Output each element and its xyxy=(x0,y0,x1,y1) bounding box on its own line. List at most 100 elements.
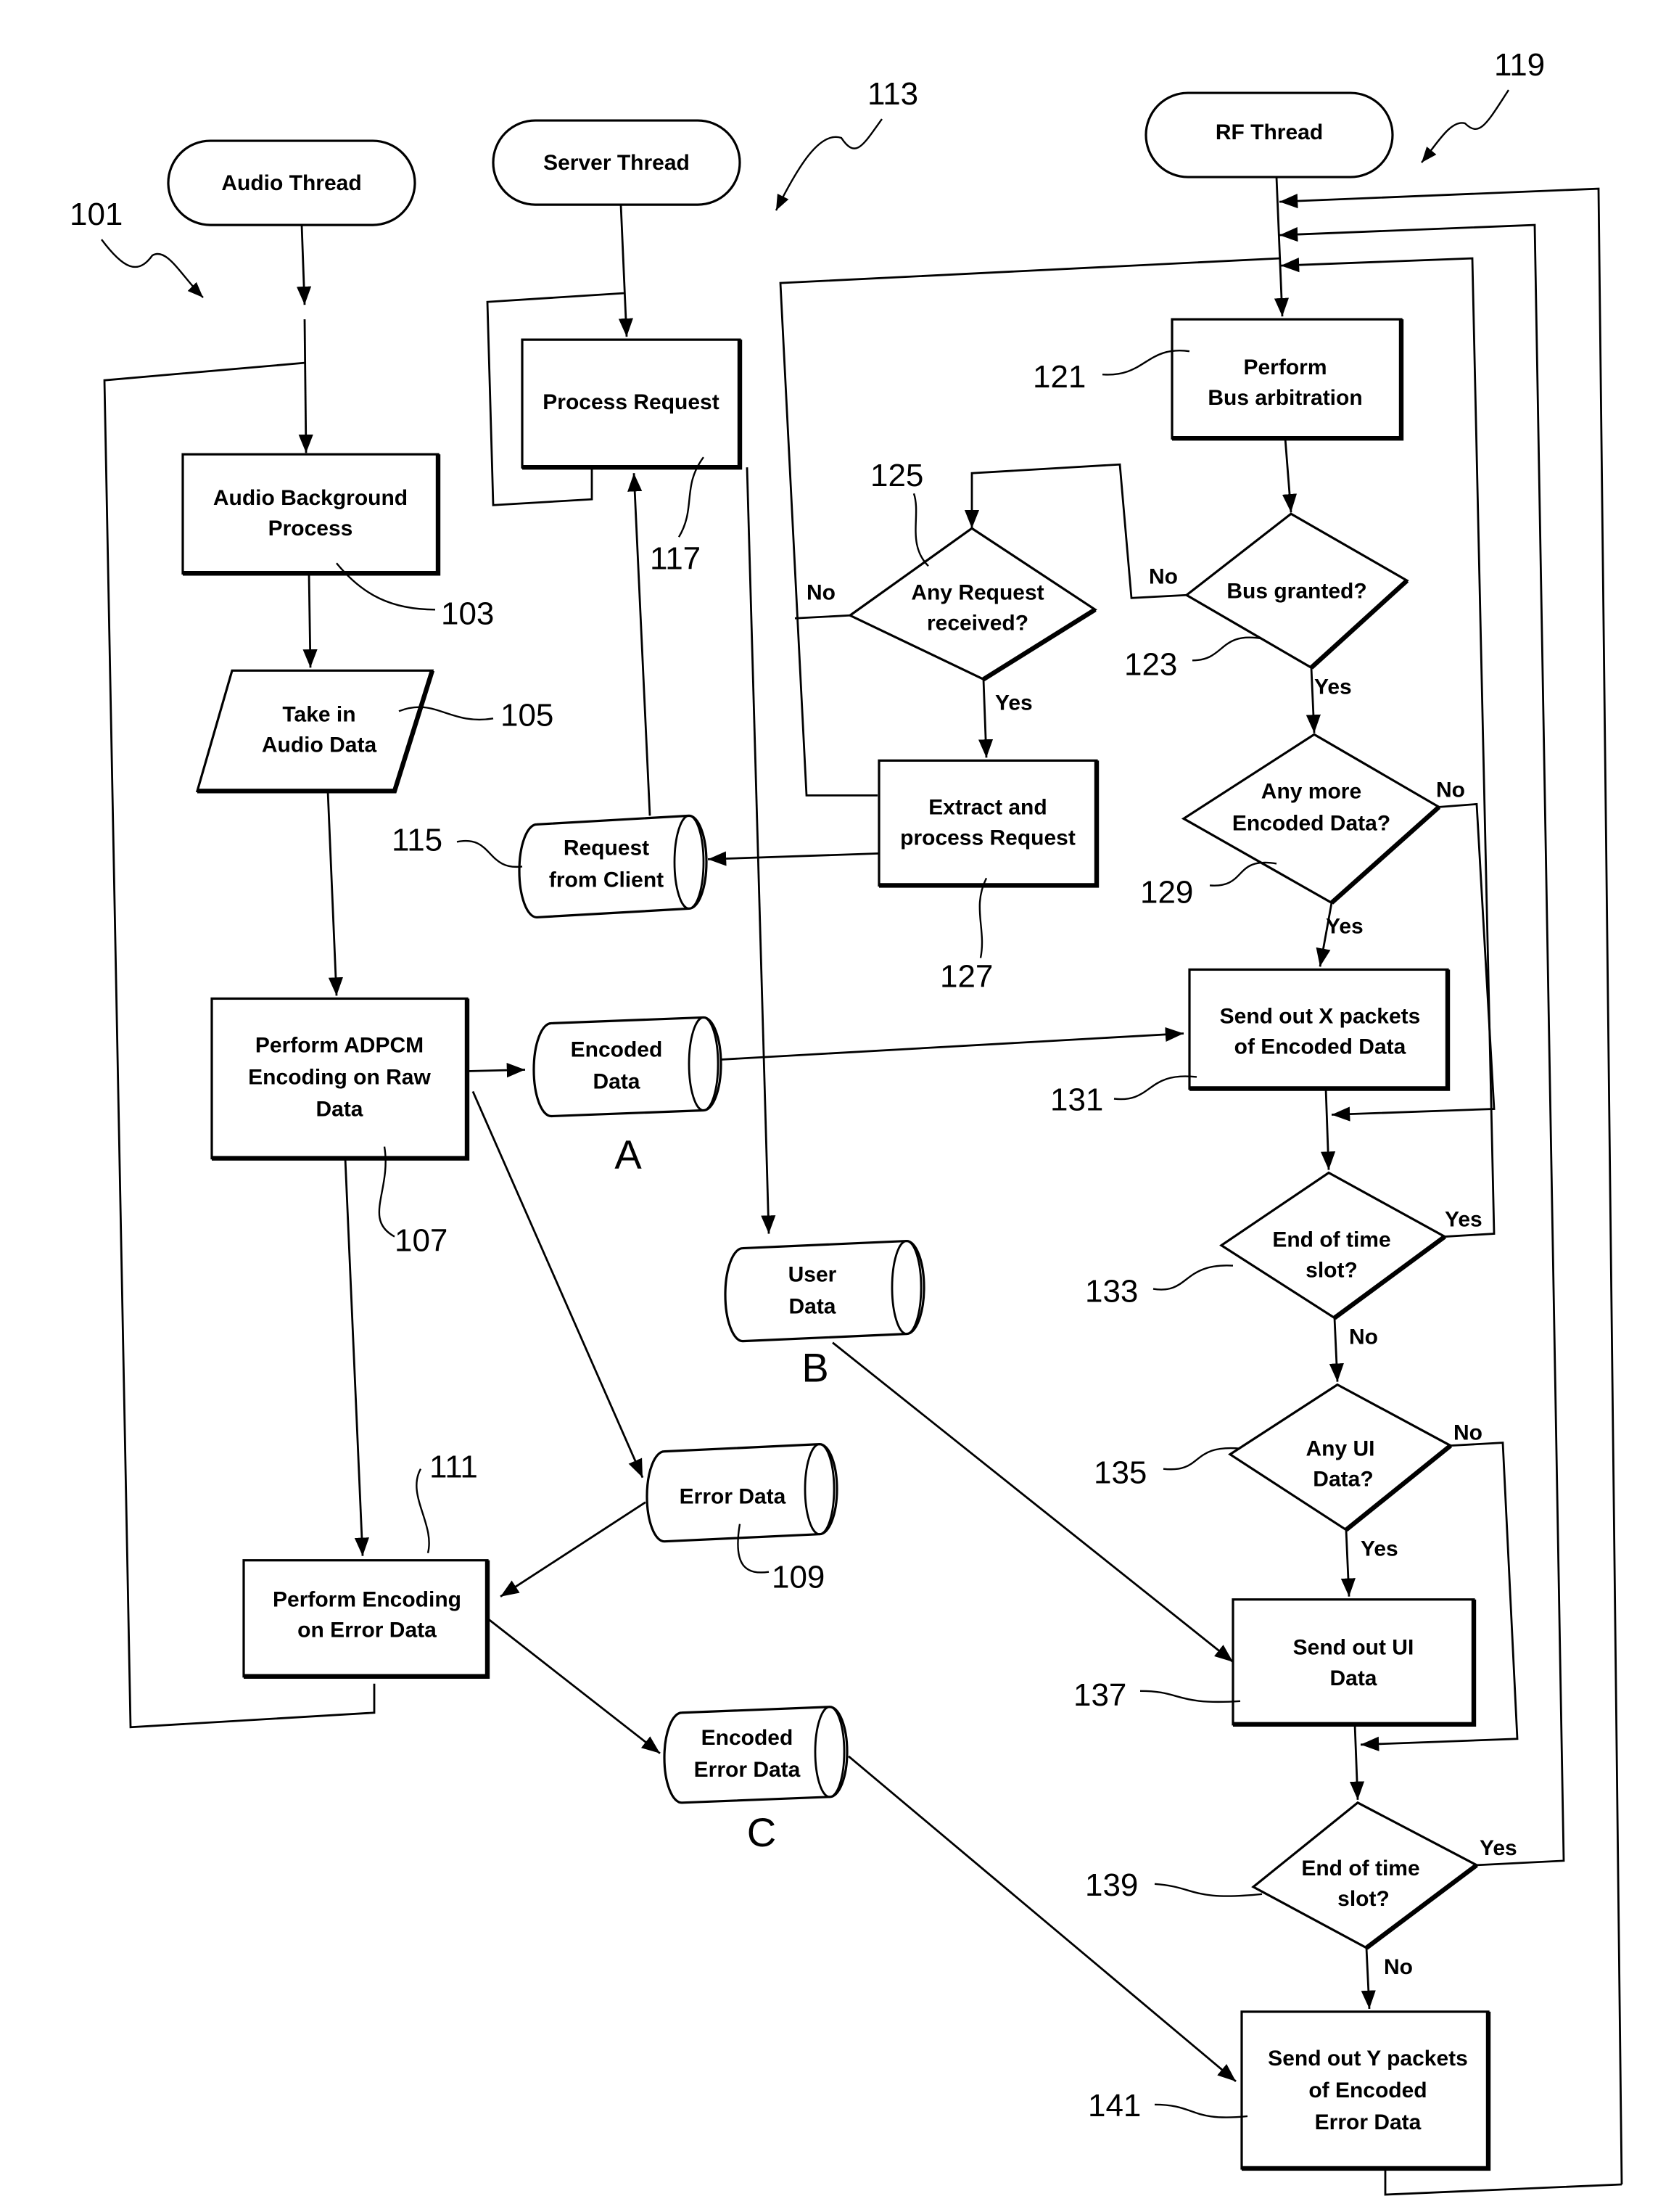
ref-111: 111 xyxy=(429,1450,478,1485)
process-request-label: Process Request xyxy=(543,390,719,414)
ref-133: 133 xyxy=(1085,1274,1138,1309)
encoded-error-cylinder: Encoded Error Data xyxy=(663,1706,849,1804)
end-slot-1-no: No xyxy=(1349,1325,1378,1349)
bus-arbitration-box: Perform Bus arbitration xyxy=(1171,318,1404,441)
end-slot-2-no: No xyxy=(1384,1955,1413,1979)
ref-103: 103 xyxy=(441,596,494,631)
send-x-packets-box: Send out X packets of Encoded Data xyxy=(1188,968,1451,1091)
end-slot-1-line-1: End of time xyxy=(1272,1228,1390,1252)
adpcm-line-3: Data xyxy=(315,1098,363,1122)
connector-137-139 xyxy=(1349,1724,1365,1800)
connector-107-encoded xyxy=(466,1063,526,1078)
ref-113-arrow xyxy=(775,118,883,211)
end-slot-2-yes: Yes xyxy=(1480,1836,1517,1860)
adpcm-encoding-box: Perform ADPCM Encoding on Raw Data xyxy=(210,997,470,1161)
send-ui-line-1: Send out UI xyxy=(1293,1636,1414,1660)
any-request-line-1: Any Request xyxy=(911,580,1044,604)
adpcm-line-1: Perform ADPCM xyxy=(255,1033,424,1057)
bus-granted-yes: Yes xyxy=(1314,675,1352,699)
end-slot-1-line-2: slot? xyxy=(1306,1259,1358,1283)
request-from-client-cylinder: Request from Client xyxy=(518,814,708,919)
extract-process-request-box: Extract and process Request xyxy=(878,759,1100,888)
encoded-data-cylinder: Encoded Data xyxy=(532,1016,722,1118)
audio-bg-line-1: Audio Background xyxy=(213,486,408,510)
send-y-line-2: of Encoded xyxy=(1308,2079,1427,2102)
any-request-yes: Yes xyxy=(995,691,1033,715)
more-encoded-no: No xyxy=(1436,778,1465,802)
connector-117-user-data xyxy=(746,467,776,1234)
encode-error-line-1: Perform Encoding xyxy=(273,1588,461,1612)
send-y-packets-box: Send out Y packets of Encoded Error Data xyxy=(1240,2010,1491,2171)
ref-139-leader xyxy=(1154,1883,1263,1897)
connector-121-123 xyxy=(1282,438,1298,513)
connector-rf-121 xyxy=(1274,177,1290,317)
adpcm-line-2: Encoding on Raw xyxy=(248,1065,431,1089)
connector-encoded-error-141 xyxy=(848,1755,1237,2083)
send-y-line-3: Error Data xyxy=(1315,2110,1422,2134)
ref-123-leader xyxy=(1192,636,1263,662)
end-time-slot-1-decision: End of time slot? xyxy=(1219,1171,1447,1320)
connector-server-117 xyxy=(618,205,633,337)
ref-119: 119 xyxy=(1494,47,1545,83)
audio-thread-connector xyxy=(298,319,313,453)
flowchart-diagram: Audio Thread 101 Audio Background Proces… xyxy=(70,47,1623,2196)
ref-125: 125 xyxy=(870,458,923,493)
end-slot-2-line-2: slot? xyxy=(1337,1887,1390,1911)
ref-127: 127 xyxy=(940,958,993,994)
any-ui-no: No xyxy=(1453,1421,1482,1445)
more-encoded-line-2: Encoded Data? xyxy=(1232,811,1390,835)
connector-encoded-131 xyxy=(720,1027,1184,1061)
ref-141: 141 xyxy=(1088,2088,1141,2123)
any-ui-yes: Yes xyxy=(1361,1537,1398,1561)
rf-thread-label: RF Thread xyxy=(1216,120,1323,144)
ref-137-leader xyxy=(1139,1690,1241,1703)
connector-107-111 xyxy=(344,1158,369,1556)
ref-101: 101 xyxy=(70,197,123,232)
extract-line-1: Extract and xyxy=(928,795,1047,819)
audio-background-process-box: Audio Background Process xyxy=(181,453,441,576)
connector-user-data-137 xyxy=(832,1341,1234,1663)
error-data-cylinder: Error Data xyxy=(646,1443,838,1543)
encoded-data-line-1: Encoded xyxy=(571,1037,663,1061)
error-data-label: Error Data xyxy=(680,1485,786,1509)
ref-123: 123 xyxy=(1124,646,1177,682)
any-request-no: No xyxy=(807,580,836,604)
connector-125-no xyxy=(794,614,851,620)
connector-127-115 xyxy=(707,851,880,866)
ref-133-leader xyxy=(1152,1265,1234,1291)
ref-135: 135 xyxy=(1094,1455,1147,1491)
request-client-line-2: from Client xyxy=(549,868,664,892)
more-encoded-yes: Yes xyxy=(1326,914,1364,938)
ref-115-leader xyxy=(456,839,523,868)
ref-119-arrow xyxy=(1421,89,1510,163)
connector-103-105 xyxy=(302,573,318,668)
end-slot-1-yes: Yes xyxy=(1445,1208,1482,1232)
process-request-box: Process Request xyxy=(521,338,743,470)
user-data-line-2: Data xyxy=(788,1295,836,1319)
user-data-line-1: User xyxy=(788,1263,837,1287)
any-ui-line-2: Data? xyxy=(1313,1468,1373,1492)
user-data-cylinder: User Data xyxy=(724,1239,925,1343)
ref-141-leader xyxy=(1154,2103,1248,2118)
audio-thread-connector-up xyxy=(297,225,312,305)
connector-115-117 xyxy=(627,473,651,816)
ref-131-leader xyxy=(1113,1075,1197,1101)
send-ui-data-box: Send out UI Data xyxy=(1232,1598,1477,1727)
connector-135-137 xyxy=(1340,1529,1356,1597)
bus-arb-line-1: Perform xyxy=(1243,355,1327,379)
encode-error-line-2: on Error Data xyxy=(297,1619,437,1642)
ref-125-leader xyxy=(912,493,929,567)
ref-131: 131 xyxy=(1050,1082,1103,1117)
request-client-line-1: Request xyxy=(564,836,649,860)
end-slot-2-line-1: End of time xyxy=(1301,1857,1419,1880)
ref-127-leader xyxy=(978,877,988,958)
bus-granted-decision: Bus granted? xyxy=(1184,512,1409,670)
ref-115: 115 xyxy=(392,822,442,858)
encoded-data-line-2: Data xyxy=(593,1069,640,1093)
audio-thread-label: Audio Thread xyxy=(221,171,361,195)
ref-137: 137 xyxy=(1073,1677,1126,1713)
ref-121: 121 xyxy=(1033,359,1086,395)
ref-135-leader xyxy=(1163,1447,1241,1471)
encoded-error-line-2: Error Data xyxy=(694,1758,801,1782)
send-x-line-2: of Encoded Data xyxy=(1234,1035,1406,1058)
